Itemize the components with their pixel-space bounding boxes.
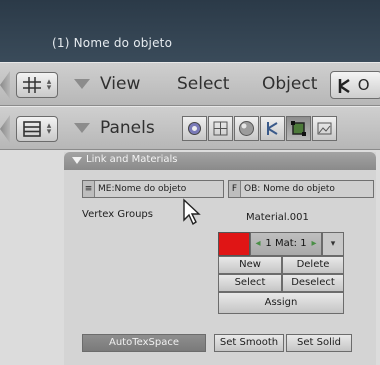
header-collapse-tab[interactable] — [0, 115, 10, 143]
panels-menu[interactable]: Panels — [100, 118, 155, 138]
select-material-button[interactable]: Select — [218, 274, 282, 292]
autotexspace-toggle[interactable]: AutoTexSpace — [82, 334, 206, 352]
increment-arrow-icon[interactable]: ▸ — [309, 233, 319, 255]
mesh-browse-icon[interactable]: ≡ — [83, 181, 95, 197]
buttons-window-header: ▴ ▾ Panels — [0, 106, 380, 150]
3d-viewport[interactable]: (1) Nome do objeto — [0, 0, 380, 62]
object-name-label: (1) Nome do objeto — [52, 36, 173, 50]
3d-view-header: ▴ ▾ View Select Object O — [0, 62, 380, 106]
updown-arrows-icon: ▴ ▾ — [46, 121, 52, 137]
buttons-window-icon — [23, 121, 41, 137]
window-type-selector[interactable]: ▴ ▾ — [16, 72, 58, 98]
assign-material-button[interactable]: Assign — [218, 292, 344, 314]
menu-collapse-icon[interactable] — [74, 79, 90, 89]
updown-arrows-icon: ▴ ▾ — [46, 77, 52, 93]
mouse-cursor-icon — [183, 198, 201, 226]
logic-context-icon[interactable] — [182, 116, 207, 141]
mode-label: O — [357, 76, 370, 94]
shading-context-icon[interactable] — [234, 116, 259, 141]
header-collapse-tab[interactable] — [0, 71, 10, 99]
material-menu-button[interactable]: ▾ — [322, 232, 344, 256]
panel-collapse-icon[interactable] — [72, 157, 82, 164]
scene-context-icon[interactable] — [312, 116, 337, 141]
set-smooth-button[interactable]: Set Smooth — [214, 334, 284, 352]
buttons-window: Link and Materials ≡ ME:Nome do objeto FO… — [0, 150, 380, 365]
material-name-label: Material.001 — [246, 212, 309, 223]
set-solid-button[interactable]: Set Solid — [286, 334, 352, 352]
new-material-button[interactable]: New — [218, 256, 282, 274]
mesh-name-field[interactable]: ≡ ME:Nome do objeto — [82, 180, 224, 198]
object-name-field[interactable]: F OB: Nome do objeto — [228, 180, 374, 198]
object-name-text: OB: Nome do objeto — [244, 184, 335, 194]
material-index-field[interactable]: ◂ 1 Mat: 1 ▸ — [250, 232, 322, 256]
decrement-arrow-icon[interactable]: ◂ — [253, 233, 263, 255]
link-and-materials-panel: Link and Materials ≡ ME:Nome do objeto FO… — [64, 152, 376, 365]
object-context-icon[interactable] — [260, 116, 285, 141]
grid-view-icon — [23, 77, 41, 93]
window-type-selector[interactable]: ▴ ▾ — [16, 116, 58, 142]
editing-context-icon[interactable] — [286, 116, 311, 141]
deselect-material-button[interactable]: Deselect — [282, 274, 344, 292]
panel-title: Link and Materials — [86, 154, 178, 165]
mesh-name-text: ME:Nome do objeto — [98, 184, 187, 194]
menu-collapse-icon[interactable] — [74, 123, 90, 133]
material-index-value: 1 Mat: 1 — [265, 238, 307, 249]
mode-selector[interactable]: O — [330, 71, 380, 99]
menu-select[interactable]: Select — [177, 74, 229, 94]
menu-view[interactable]: View — [100, 74, 140, 94]
script-context-icon[interactable] — [208, 116, 233, 141]
material-color-swatch[interactable] — [218, 232, 250, 256]
menu-object[interactable]: Object — [262, 74, 317, 94]
delete-material-button[interactable]: Delete — [282, 256, 344, 274]
panel-header[interactable]: Link and Materials — [64, 152, 376, 170]
vertex-groups-label: Vertex Groups — [82, 209, 153, 220]
fake-user-toggle[interactable]: F — [229, 181, 241, 197]
object-mode-icon — [338, 78, 350, 93]
